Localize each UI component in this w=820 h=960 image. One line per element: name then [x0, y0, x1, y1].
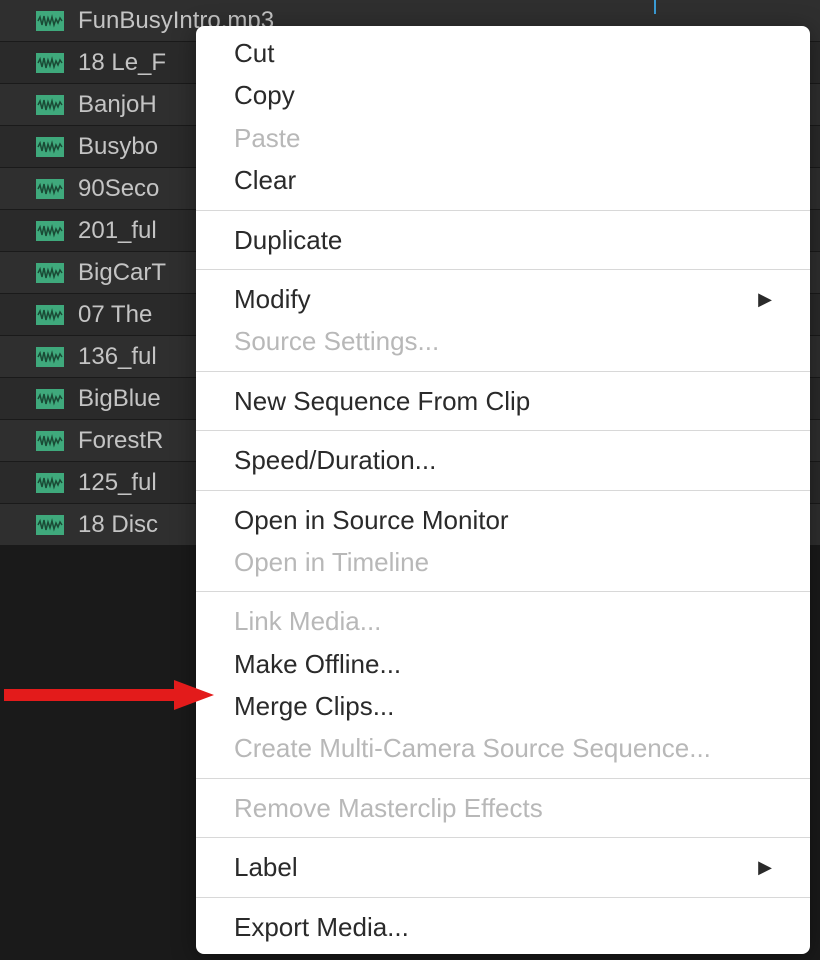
clip-context-menu: Cut Copy Paste Clear Duplicate Modify ▶ Source …: [196, 26, 810, 954]
menu-item-label: Open in Timeline: [234, 544, 429, 580]
file-name-label: BigCarT: [78, 259, 166, 287]
audio-waveform-icon: [36, 179, 64, 199]
file-name-label: 07 The: [78, 301, 152, 329]
audio-waveform-icon: [36, 347, 64, 367]
file-name-label: BanjoH: [78, 91, 157, 119]
menu-item-clear[interactable]: Clear: [196, 159, 810, 201]
menu-item-remove-masterclip-effects: Remove Masterclip Effects: [196, 787, 810, 829]
menu-item-label: Open in Source Monitor: [234, 502, 509, 538]
file-name-label: 18 Le_F: [78, 49, 166, 77]
menu-item-speed-duration[interactable]: Speed/Duration...: [196, 439, 810, 481]
menu-item-label: Create Multi-Camera Source Sequence...: [234, 730, 711, 766]
audio-waveform-icon: [36, 515, 64, 535]
menu-separator: [196, 837, 810, 838]
menu-separator: [196, 269, 810, 270]
menu-separator: [196, 210, 810, 211]
menu-item-link-media: Link Media...: [196, 600, 810, 642]
menu-separator: [196, 591, 810, 592]
menu-item-label: Merge Clips...: [234, 688, 394, 724]
audio-waveform-icon: [36, 305, 64, 325]
menu-separator: [196, 430, 810, 431]
menu-separator: [196, 897, 810, 898]
menu-item-label: Remove Masterclip Effects: [234, 790, 543, 826]
menu-item-label: Link Media...: [234, 603, 381, 639]
audio-waveform-icon: [36, 431, 64, 451]
menu-item-label: Clear: [234, 162, 296, 198]
menu-item-copy[interactable]: Copy: [196, 74, 810, 116]
menu-item-label: Modify: [234, 281, 311, 317]
menu-item-label: Label: [234, 849, 298, 885]
submenu-arrow-icon: ▶: [758, 855, 772, 880]
menu-separator: [196, 778, 810, 779]
file-name-label: ForestR: [78, 427, 163, 455]
timeline-playhead-indicator: [654, 0, 656, 14]
audio-waveform-icon: [36, 263, 64, 283]
menu-item-label: Speed/Duration...: [234, 442, 436, 478]
menu-item-create-multi-camera-source-sequence: Create Multi-Camera Source Sequence...: [196, 727, 810, 769]
menu-item-label: Paste: [234, 120, 301, 156]
menu-item-paste: Paste: [196, 117, 810, 159]
file-name-label: BigBlue: [78, 385, 161, 413]
menu-item-label: Source Settings...: [234, 323, 439, 359]
audio-waveform-icon: [36, 473, 64, 493]
file-name-label: 125_ful: [78, 469, 157, 497]
audio-waveform-icon: [36, 95, 64, 115]
audio-waveform-icon: [36, 389, 64, 409]
file-name-label: 90Seco: [78, 175, 159, 203]
file-name-label: 18 Disc: [78, 511, 158, 539]
audio-waveform-icon: [36, 221, 64, 241]
menu-item-merge-clips[interactable]: Merge Clips...: [196, 685, 810, 727]
menu-item-label: Cut: [234, 35, 274, 71]
menu-item-duplicate[interactable]: Duplicate: [196, 219, 810, 261]
audio-waveform-icon: [36, 137, 64, 157]
menu-item-label[interactable]: Label ▶: [196, 846, 810, 888]
menu-item-open-in-timeline: Open in Timeline: [196, 541, 810, 583]
audio-waveform-icon: [36, 53, 64, 73]
menu-item-label: Export Media...: [234, 909, 409, 945]
menu-item-modify[interactable]: Modify ▶: [196, 278, 810, 320]
menu-item-label: New Sequence From Clip: [234, 383, 530, 419]
menu-separator: [196, 371, 810, 372]
menu-item-export-media[interactable]: Export Media...: [196, 906, 810, 948]
menu-item-make-offline[interactable]: Make Offline...: [196, 643, 810, 685]
menu-item-open-in-source-monitor[interactable]: Open in Source Monitor: [196, 499, 810, 541]
menu-item-label: Copy: [234, 77, 295, 113]
menu-item-new-sequence-from-clip[interactable]: New Sequence From Clip: [196, 380, 810, 422]
annotation-arrow: [4, 680, 214, 710]
menu-separator: [196, 490, 810, 491]
submenu-arrow-icon: ▶: [758, 287, 772, 312]
menu-item-source-settings: Source Settings...: [196, 320, 810, 362]
audio-waveform-icon: [36, 11, 64, 31]
menu-item-cut[interactable]: Cut: [196, 32, 810, 74]
file-name-label: 136_ful: [78, 343, 157, 371]
file-name-label: Busybo: [78, 133, 158, 161]
file-name-label: 201_ful: [78, 217, 157, 245]
menu-item-label: Make Offline...: [234, 646, 401, 682]
menu-item-label: Duplicate: [234, 222, 342, 258]
